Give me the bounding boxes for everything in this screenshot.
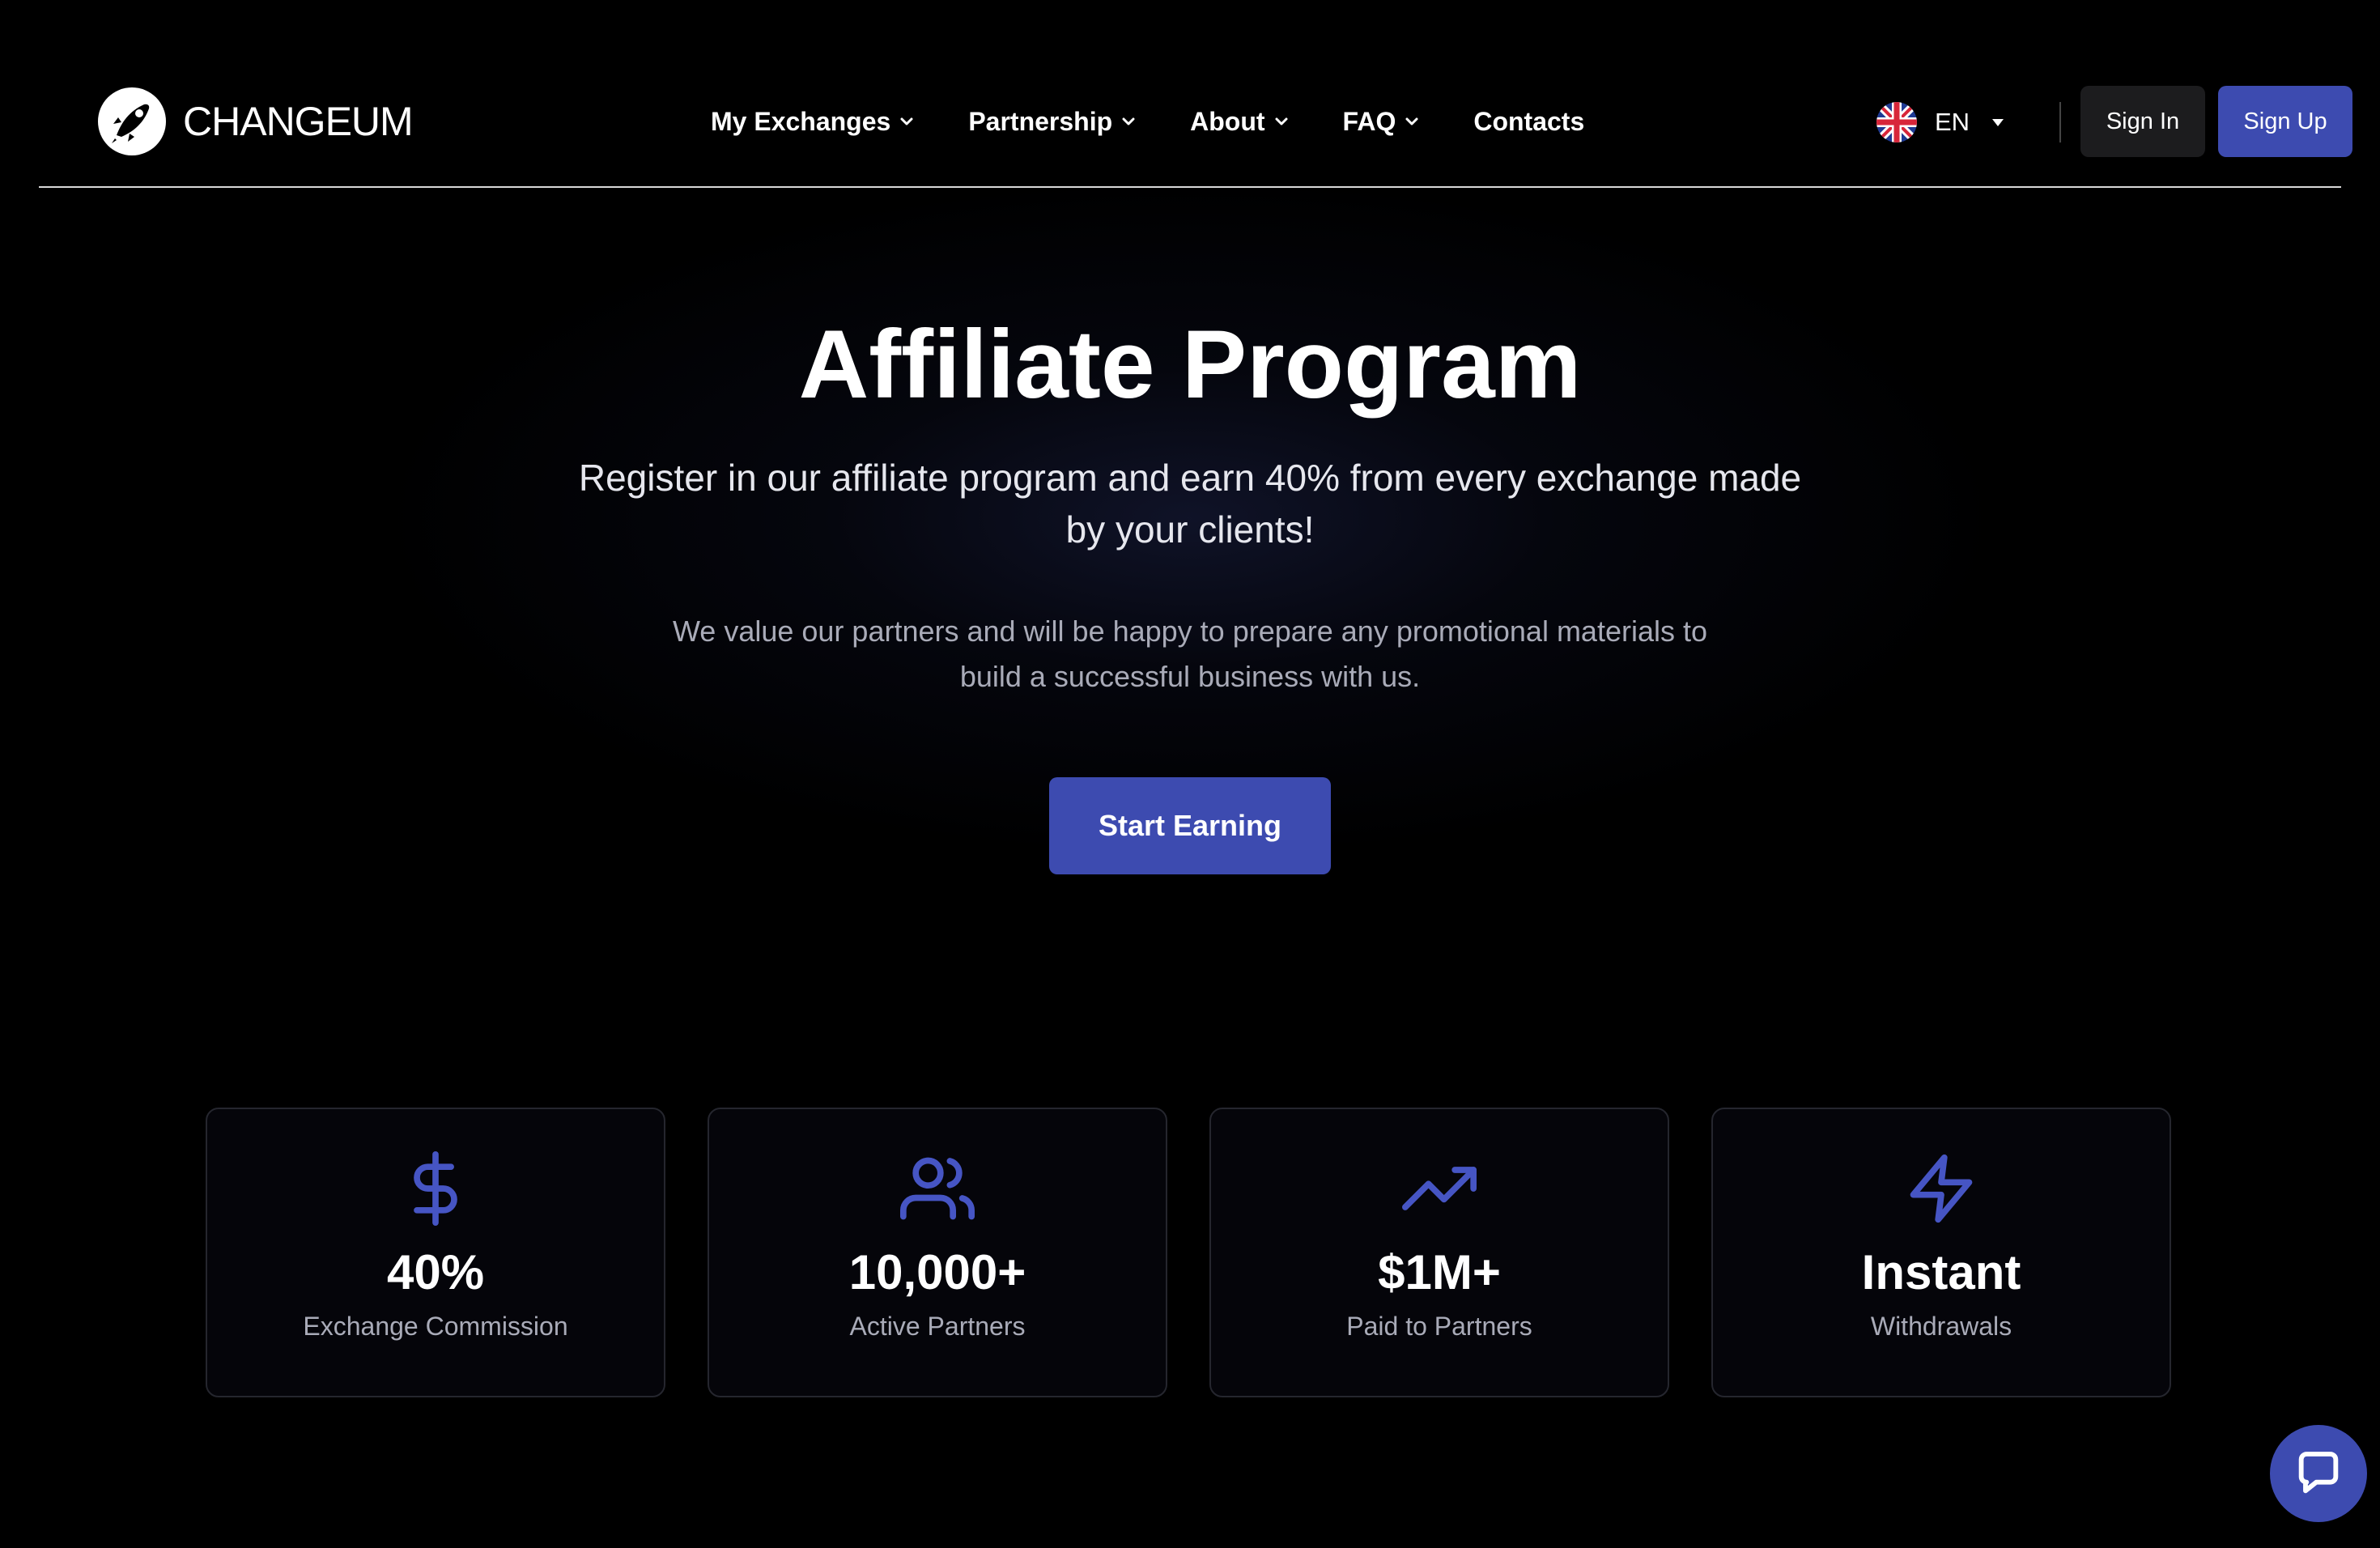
stat-card-paid: $1M+ Paid to Partners: [1209, 1108, 1669, 1397]
chevron-down-icon: [900, 117, 913, 125]
stat-label: Active Partners: [849, 1312, 1026, 1341]
uk-flag-icon: [1876, 102, 1917, 142]
stat-label: Exchange Commission: [303, 1312, 568, 1341]
nav-item-label: Partnership: [968, 106, 1113, 136]
language-selector[interactable]: EN: [1876, 100, 2004, 144]
main-nav: My Exchanges Partnership About FAQ Conta…: [711, 96, 1584, 147]
hero-subtitle: Register in our affiliate program and ea…: [578, 457, 1802, 551]
language-code: EN: [1935, 108, 1970, 136]
stats-section: 40% Exchange Commission 10,000+ Active P…: [206, 1108, 2171, 1397]
hero-title: Affiliate Program: [798, 310, 1582, 419]
nav-item-partnership[interactable]: Partnership: [968, 107, 1137, 137]
nav-item-label: About: [1190, 106, 1265, 136]
header-divider: [2059, 102, 2061, 142]
rocket-logo-icon: [98, 87, 166, 155]
page: CHANGEUM My Exchanges Partnership About …: [0, 0, 2380, 1548]
chevron-down-icon: [1122, 117, 1135, 125]
nav-item-faq[interactable]: FAQ: [1343, 107, 1421, 137]
nav-item-label: FAQ: [1342, 106, 1396, 136]
site-header: CHANGEUM My Exchanges Partnership About …: [39, 0, 2352, 188]
brand-name: CHANGEUM: [183, 99, 414, 144]
nav-item-contacts[interactable]: Contacts: [1473, 107, 1584, 137]
stat-value: $1M+: [1378, 1245, 1501, 1299]
chevron-down-icon: [1275, 117, 1288, 125]
sign-in-button[interactable]: Sign In: [2080, 86, 2205, 157]
stat-card-partners: 10,000+ Active Partners: [708, 1108, 1167, 1397]
stat-label: Paid to Partners: [1346, 1312, 1532, 1341]
chat-icon: [2298, 1452, 2339, 1494]
caret-down-icon: [1992, 118, 2004, 126]
hero-description: We value our partners and will be happy …: [672, 615, 1708, 693]
chat-button[interactable]: [2270, 1425, 2367, 1522]
lightning-icon: [1910, 1154, 1973, 1223]
chevron-down-icon: [1405, 117, 1418, 125]
nav-item-about[interactable]: About: [1190, 107, 1289, 137]
start-earning-button[interactable]: Start Earning: [1049, 777, 1331, 874]
logo[interactable]: CHANGEUM: [97, 86, 414, 157]
sign-up-button[interactable]: Sign Up: [2218, 86, 2352, 157]
users-icon: [900, 1157, 975, 1220]
stat-value: 10,000+: [848, 1245, 1026, 1299]
nav-item-label: Contacts: [1473, 106, 1585, 136]
stat-card-commission: 40% Exchange Commission: [206, 1108, 665, 1397]
stat-value: Instant: [1861, 1245, 2021, 1299]
trending-up-icon: [1402, 1167, 1477, 1210]
dollar-icon: [414, 1151, 457, 1226]
nav-item-my-exchanges[interactable]: My Exchanges: [711, 107, 915, 137]
stat-label: Withdrawals: [1870, 1312, 2012, 1341]
stat-card-withdrawals: Instant Withdrawals: [1711, 1108, 2171, 1397]
stat-value: 40%: [386, 1245, 485, 1299]
nav-item-label: My Exchanges: [711, 106, 891, 136]
